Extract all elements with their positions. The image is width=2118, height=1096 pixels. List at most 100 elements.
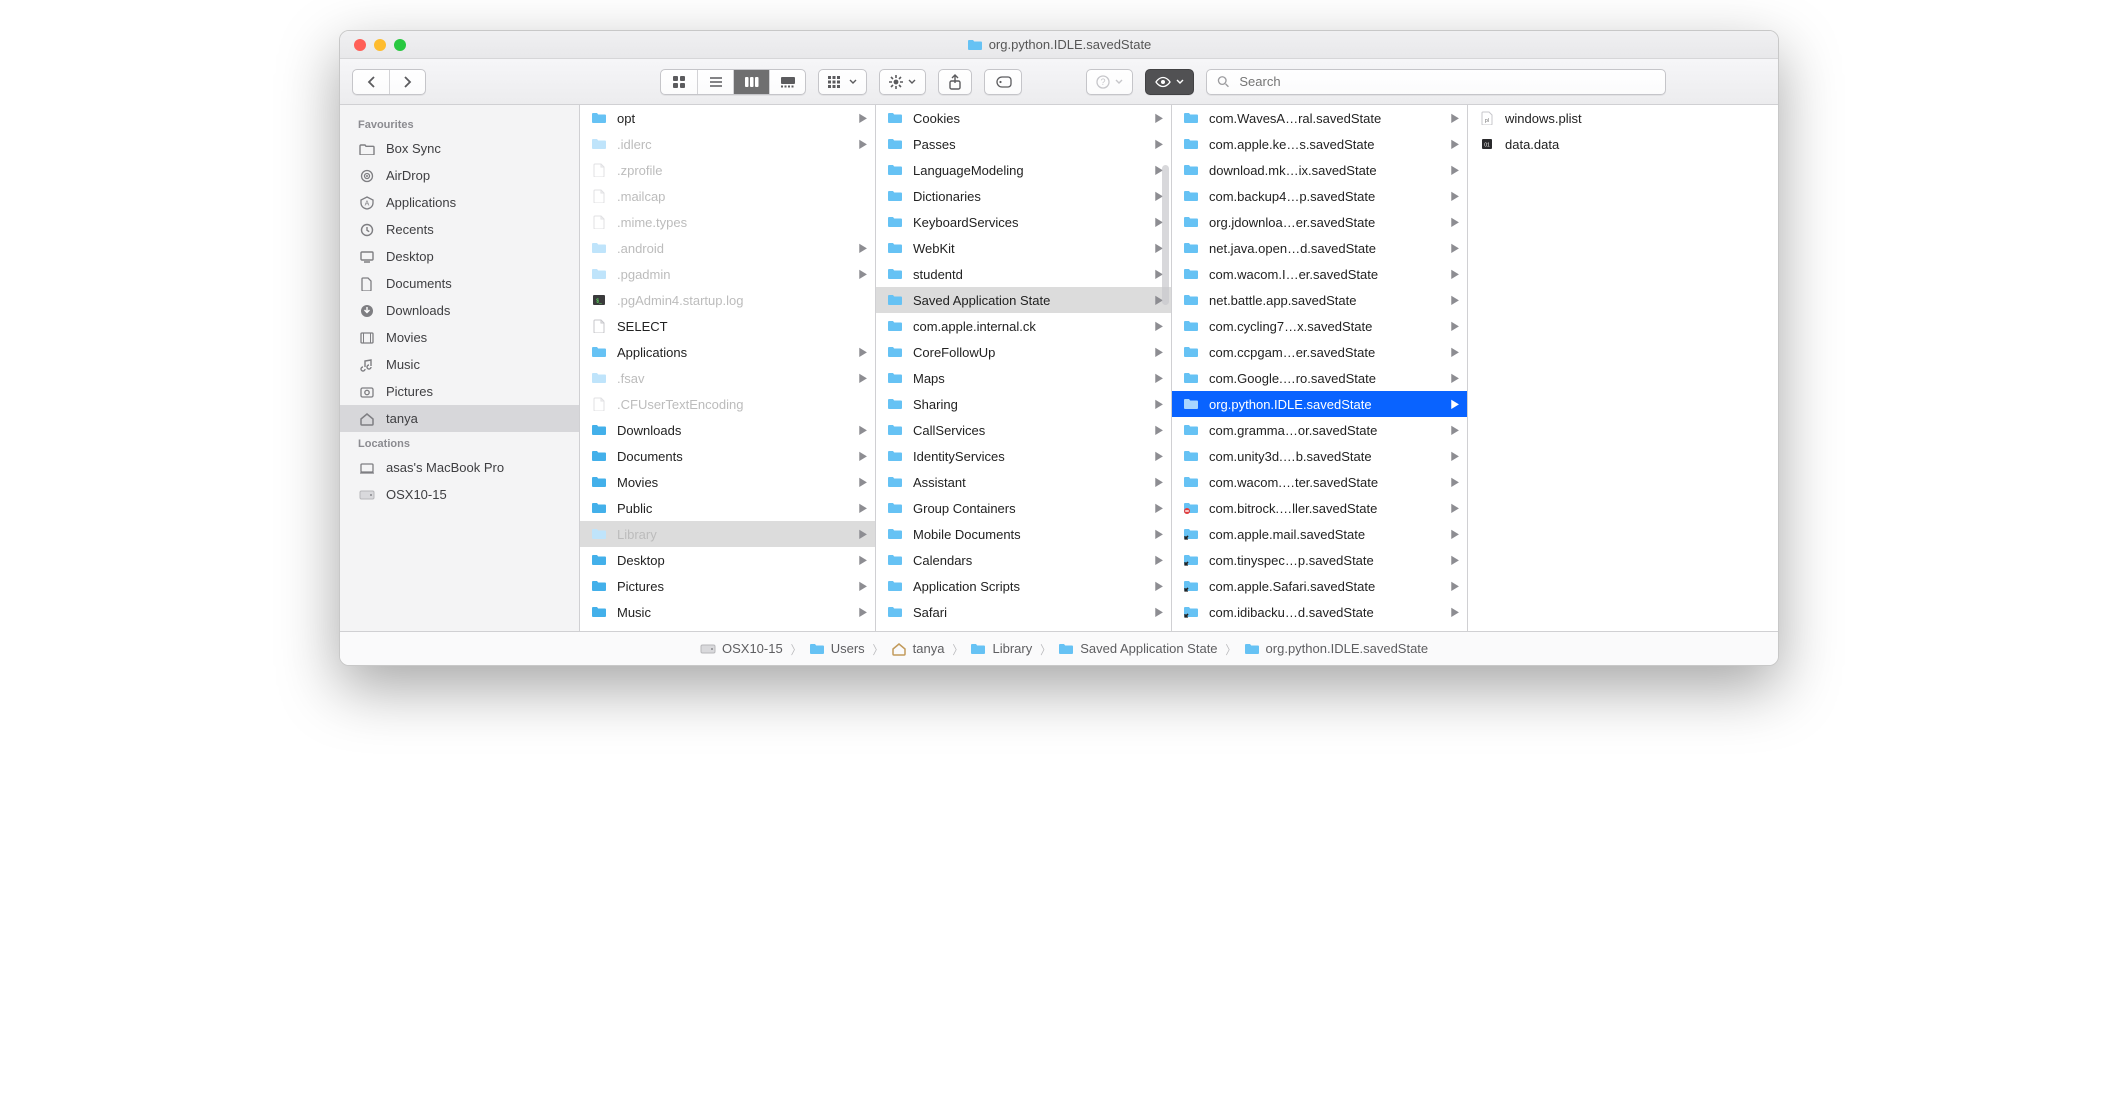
privacy-menu[interactable] <box>1145 69 1194 95</box>
file-row[interactable]: com.apple.Safari.savedState▶ <box>1172 573 1467 599</box>
view-columns-button[interactable] <box>733 70 769 94</box>
view-icons-button[interactable] <box>661 70 697 94</box>
path-crumb[interactable]: tanya <box>891 641 945 656</box>
file-row[interactable]: LanguageModeling▶ <box>876 157 1171 183</box>
file-row[interactable]: plwindows.plist <box>1468 105 1764 131</box>
close-button[interactable] <box>354 39 366 51</box>
sidebar-item[interactable]: asas's MacBook Pro <box>340 454 579 481</box>
file-row[interactable]: Mobile Documents▶ <box>876 521 1171 547</box>
path-crumb[interactable]: OSX10-15 <box>700 641 783 656</box>
file-row[interactable]: .mime.types <box>580 209 875 235</box>
sidebar-item[interactable]: Music <box>340 351 579 378</box>
file-row[interactable]: com.WavesA…ral.savedState▶ <box>1172 105 1467 131</box>
file-row[interactable]: WebKit▶ <box>876 235 1171 261</box>
file-row[interactable]: Downloads▶ <box>580 417 875 443</box>
path-crumb[interactable]: org.python.IDLE.savedState <box>1244 641 1429 656</box>
file-row[interactable]: com.cycling7…x.savedState▶ <box>1172 313 1467 339</box>
file-row[interactable]: Application Scripts▶ <box>876 573 1171 599</box>
file-row[interactable]: .pgadmin▶ <box>580 261 875 287</box>
share-button[interactable] <box>938 69 972 95</box>
zoom-button[interactable] <box>394 39 406 51</box>
file-row[interactable]: com.backup4…p.savedState▶ <box>1172 183 1467 209</box>
file-row[interactable]: com.ccpgam…er.savedState▶ <box>1172 339 1467 365</box>
file-row[interactable]: IdentityServices▶ <box>876 443 1171 469</box>
file-row[interactable]: Passes▶ <box>876 131 1171 157</box>
file-row[interactable]: Maps▶ <box>876 365 1171 391</box>
sidebar-item[interactable]: AApplications <box>340 189 579 216</box>
file-row[interactable]: studentd▶ <box>876 261 1171 287</box>
arrange-menu[interactable] <box>818 69 867 95</box>
search-input[interactable] <box>1237 73 1655 90</box>
sidebar-item[interactable]: Desktop <box>340 243 579 270</box>
file-row[interactable]: .CFUserTextEncoding <box>580 391 875 417</box>
file-row[interactable]: SELECT <box>580 313 875 339</box>
file-row[interactable]: CoreFollowUp▶ <box>876 339 1171 365</box>
file-row[interactable]: Group Containers▶ <box>876 495 1171 521</box>
file-row[interactable]: com.apple.mail.savedState▶ <box>1172 521 1467 547</box>
file-row[interactable]: Desktop▶ <box>580 547 875 573</box>
file-row[interactable]: Pictures▶ <box>580 573 875 599</box>
file-row[interactable]: com.gramma…or.savedState▶ <box>1172 417 1467 443</box>
action-menu[interactable] <box>879 69 926 95</box>
file-row[interactable]: com.Google.…ro.savedState▶ <box>1172 365 1467 391</box>
file-row[interactable]: 01data.data <box>1468 131 1764 157</box>
path-crumb[interactable]: Library <box>970 641 1032 656</box>
file-row[interactable]: net.java.open…d.savedState▶ <box>1172 235 1467 261</box>
file-row[interactable]: Dictionaries▶ <box>876 183 1171 209</box>
file-row[interactable]: Assistant▶ <box>876 469 1171 495</box>
file-row[interactable]: Safari▶ <box>876 599 1171 625</box>
sidebar-item[interactable]: Downloads <box>340 297 579 324</box>
file-row[interactable]: CallServices▶ <box>876 417 1171 443</box>
sidebar-item[interactable]: Documents <box>340 270 579 297</box>
sidebar-item[interactable]: AirDrop <box>340 162 579 189</box>
view-list-button[interactable] <box>697 70 733 94</box>
file-row[interactable]: Movies▶ <box>580 469 875 495</box>
minimize-button[interactable] <box>374 39 386 51</box>
file-row[interactable]: com.wacom.I…er.savedState▶ <box>1172 261 1467 287</box>
file-row[interactable]: .idlerc▶ <box>580 131 875 157</box>
file-row[interactable]: .zprofile <box>580 157 875 183</box>
sidebar-item[interactable]: Movies <box>340 324 579 351</box>
help-menu[interactable]: ? <box>1086 69 1133 95</box>
file-row[interactable]: com.apple.internal.ck▶ <box>876 313 1171 339</box>
sidebar-item[interactable]: tanya <box>340 405 579 432</box>
file-row[interactable]: com.bitrock.…ller.savedState▶ <box>1172 495 1467 521</box>
file-row[interactable]: Calendars▶ <box>876 547 1171 573</box>
search-field[interactable] <box>1206 69 1666 95</box>
file-row[interactable]: Public▶ <box>580 495 875 521</box>
tags-button[interactable] <box>984 69 1022 95</box>
file-row[interactable]: com.idibacku…d.savedState▶ <box>1172 599 1467 625</box>
file-row[interactable]: net.battle.app.savedState▶ <box>1172 287 1467 313</box>
file-row[interactable]: org.jdownloa…er.savedState▶ <box>1172 209 1467 235</box>
file-row[interactable]: org.python.IDLE.savedState▶ <box>1172 391 1467 417</box>
sidebar-item[interactable]: Box Sync <box>340 135 579 162</box>
file-row[interactable]: com.unity3d.…b.savedState▶ <box>1172 443 1467 469</box>
file-row[interactable]: Applications▶ <box>580 339 875 365</box>
file-row[interactable]: com.apple.ke…s.savedState▶ <box>1172 131 1467 157</box>
disclosure-arrow-icon: ▶ <box>855 137 867 150</box>
path-crumb[interactable]: Saved Application State <box>1058 641 1217 656</box>
file-row[interactable]: Music▶ <box>580 599 875 625</box>
file-row[interactable]: .fsav▶ <box>580 365 875 391</box>
back-button[interactable] <box>353 70 389 94</box>
file-row[interactable]: Cookies▶ <box>876 105 1171 131</box>
sidebar-item[interactable]: OSX10-15 <box>340 481 579 508</box>
view-gallery-button[interactable] <box>769 70 805 94</box>
path-crumb[interactable]: Users <box>809 641 865 656</box>
scrollbar[interactable] <box>1162 165 1169 305</box>
sidebar-item[interactable]: Recents <box>340 216 579 243</box>
file-row[interactable]: download.mk…ix.savedState▶ <box>1172 157 1467 183</box>
file-row[interactable]: Sharing▶ <box>876 391 1171 417</box>
file-row[interactable]: .android▶ <box>580 235 875 261</box>
file-row[interactable]: Saved Application State▶ <box>876 287 1171 313</box>
file-row[interactable]: Library▶ <box>580 521 875 547</box>
forward-button[interactable] <box>389 70 425 94</box>
file-row[interactable]: $_.pgAdmin4.startup.log <box>580 287 875 313</box>
file-row[interactable]: com.wacom.…ter.savedState▶ <box>1172 469 1467 495</box>
file-row[interactable]: opt▶ <box>580 105 875 131</box>
file-row[interactable]: KeyboardServices▶ <box>876 209 1171 235</box>
file-row[interactable]: Documents▶ <box>580 443 875 469</box>
sidebar-item[interactable]: Pictures <box>340 378 579 405</box>
file-row[interactable]: com.tinyspec…p.savedState▶ <box>1172 547 1467 573</box>
file-row[interactable]: .mailcap <box>580 183 875 209</box>
